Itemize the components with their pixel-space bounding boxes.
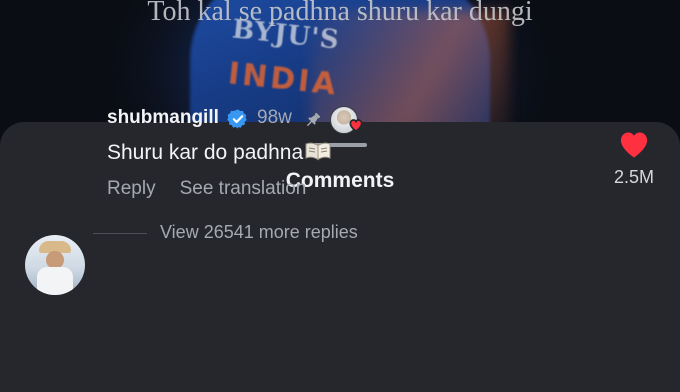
open-book-icon (305, 142, 331, 161)
reply-button[interactable]: Reply (107, 178, 156, 199)
comment-actions: Reply See translation (107, 178, 330, 200)
heart-icon[interactable] (619, 131, 649, 159)
comment-text-content: Shuru kar do padhna (107, 141, 304, 164)
like-count: 2.5M (613, 167, 655, 187)
comments-sheet: Comments (0, 122, 680, 392)
comment-username[interactable]: shubmangill (107, 107, 219, 129)
replies-divider (93, 233, 147, 234)
view-more-replies-button[interactable]: View 26541 more replies (160, 222, 358, 243)
mini-heart-icon (349, 119, 363, 132)
video-caption: Toh kal se padhna shuru kar dungi (147, 0, 533, 27)
comments-title: Comments (285, 169, 395, 192)
pin-icon (306, 112, 321, 127)
verified-badge-icon (227, 109, 247, 129)
avatar[interactable] (25, 235, 85, 295)
creator-liked-icon (330, 106, 368, 134)
see-translation-button[interactable]: See translation (180, 178, 307, 199)
comment-text: Shuru kar do padhna (107, 141, 332, 165)
avatar-shirt (37, 267, 73, 295)
comment-age: 98w (257, 107, 292, 128)
